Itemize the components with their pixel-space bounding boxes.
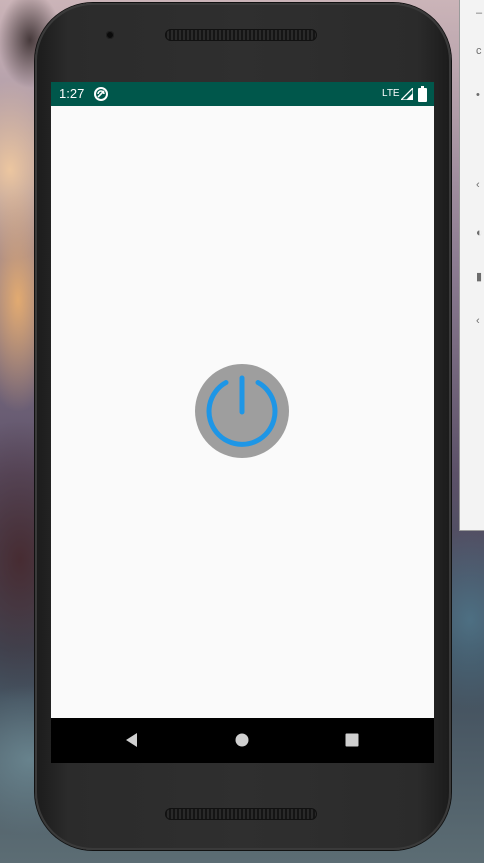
recents-icon[interactable]	[342, 730, 362, 750]
window-glyph: ‹	[476, 315, 480, 327]
bottom-speaker	[165, 808, 317, 820]
window-glyph: ◐	[476, 227, 483, 239]
back-icon[interactable]	[122, 730, 142, 750]
window-glyph: ‒	[476, 7, 483, 19]
cell-signal-icon	[401, 88, 413, 100]
background-window[interactable]: ‒ c • ‹ ◐ ▮ ‹	[459, 0, 484, 531]
power-icon	[206, 375, 278, 447]
home-icon[interactable]	[232, 730, 252, 750]
battery-icon	[418, 86, 427, 102]
status-time: 1:27	[59, 86, 85, 101]
navigation-bar	[51, 718, 434, 763]
front-camera	[106, 31, 114, 39]
status-bar: 1:27 LTE	[51, 82, 434, 106]
network-type-label: LTE	[382, 88, 400, 99]
earpiece-speaker	[165, 29, 317, 41]
window-glyph: ‹	[476, 179, 480, 191]
window-glyph: c	[476, 45, 482, 57]
device-frame: 1:27 LTE	[35, 3, 451, 850]
sync-icon	[94, 87, 108, 101]
device-screen: 1:27 LTE	[51, 82, 434, 763]
window-glyph: •	[476, 89, 480, 101]
window-glyph: ▮	[476, 271, 483, 283]
power-button[interactable]	[195, 364, 289, 458]
